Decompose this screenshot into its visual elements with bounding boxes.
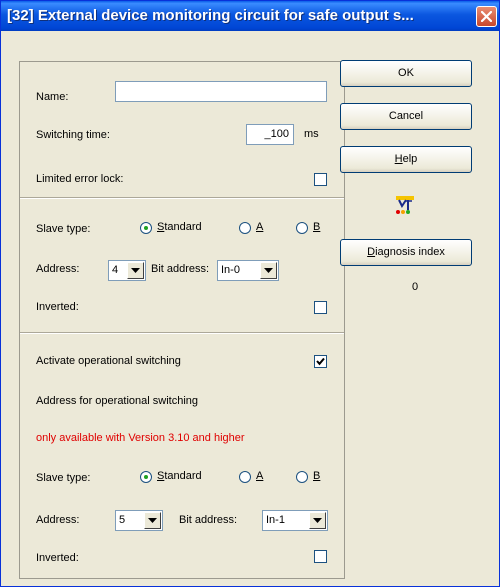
inverted-checkbox[interactable] [314, 550, 327, 563]
bit-address-value: In-1 [266, 514, 285, 526]
switching-time-unit: ms [304, 128, 319, 140]
slave-type-b-radio[interactable] [296, 222, 308, 234]
dialog-window: [32] External device monitoring circuit … [0, 0, 500, 587]
address-select[interactable]: 5 [115, 510, 163, 531]
bit-address-select[interactable]: In-0 [217, 260, 279, 281]
separator [20, 197, 344, 199]
bit-address-label: Bit address: [151, 263, 210, 275]
slave-type-label: Slave type: [36, 472, 91, 484]
limited-error-lock-checkbox[interactable] [314, 173, 327, 186]
chevron-down-icon[interactable] [309, 512, 326, 529]
inverted-checkbox[interactable] [314, 301, 327, 314]
inverted-label: Inverted: [36, 301, 79, 313]
bit-address-label: Bit address: [179, 514, 238, 526]
checkmark-icon [316, 357, 325, 366]
activate-operational-checkbox[interactable] [314, 355, 327, 368]
diagnosis-index-button[interactable]: Diagnosis index [340, 239, 472, 266]
slave-type-standard-label: Standard [157, 470, 202, 482]
slave-type-a-radio[interactable] [239, 471, 251, 483]
name-field[interactable] [115, 81, 327, 102]
limited-error-lock-label: Limited error lock: [36, 173, 124, 185]
slave-type-standard-label: Standard [157, 221, 202, 233]
name-label: Name: [36, 91, 69, 103]
ok-button[interactable]: OK [340, 60, 472, 87]
chevron-down-icon[interactable] [127, 262, 144, 279]
bit-address-select[interactable]: In-1 [262, 510, 328, 531]
slave-type-standard-radio[interactable] [140, 222, 152, 234]
slave-type-a-label: A [256, 221, 264, 233]
activate-operational-label: Activate operational switching [36, 355, 181, 367]
window-title: [32] External device monitoring circuit … [7, 7, 414, 24]
chevron-down-icon[interactable] [144, 512, 161, 529]
circuit-diagram-icon [396, 196, 414, 214]
help-button[interactable]: Help [340, 146, 472, 173]
title-bar[interactable]: [32] External device monitoring circuit … [1, 1, 499, 31]
address-value: 5 [119, 514, 126, 526]
separator [20, 332, 344, 334]
address-value: 4 [112, 264, 119, 276]
cancel-button[interactable]: Cancel [340, 103, 472, 130]
slave-type-b-label: B [313, 470, 321, 482]
slave-type-a-radio[interactable] [239, 222, 251, 234]
bit-address-value: In-0 [221, 264, 240, 276]
switching-time-label: Switching time: [36, 129, 110, 141]
close-icon [481, 11, 492, 22]
version-note: only available with Version 3.10 and hig… [36, 432, 245, 444]
switching-time-field[interactable]: _100 [246, 124, 294, 145]
slave-type-b-label: B [313, 221, 321, 233]
diagnosis-index-value: 0 [411, 281, 419, 293]
slave-type-label: Slave type: [36, 223, 91, 235]
address-label: Address: [36, 263, 80, 275]
slave-type-b-radio[interactable] [296, 471, 308, 483]
address-select[interactable]: 4 [108, 260, 146, 281]
slave-type-standard-radio[interactable] [140, 471, 152, 483]
slave-type-a-label: A [256, 470, 264, 482]
address-label: Address: [36, 514, 80, 526]
inverted-label: Inverted: [36, 552, 79, 564]
chevron-down-icon[interactable] [260, 262, 277, 279]
operational-address-heading: Address for operational switching [36, 395, 199, 407]
settings-panel: Name: Switching time: _100 ms Limited er… [19, 61, 345, 579]
close-button[interactable] [476, 6, 497, 27]
